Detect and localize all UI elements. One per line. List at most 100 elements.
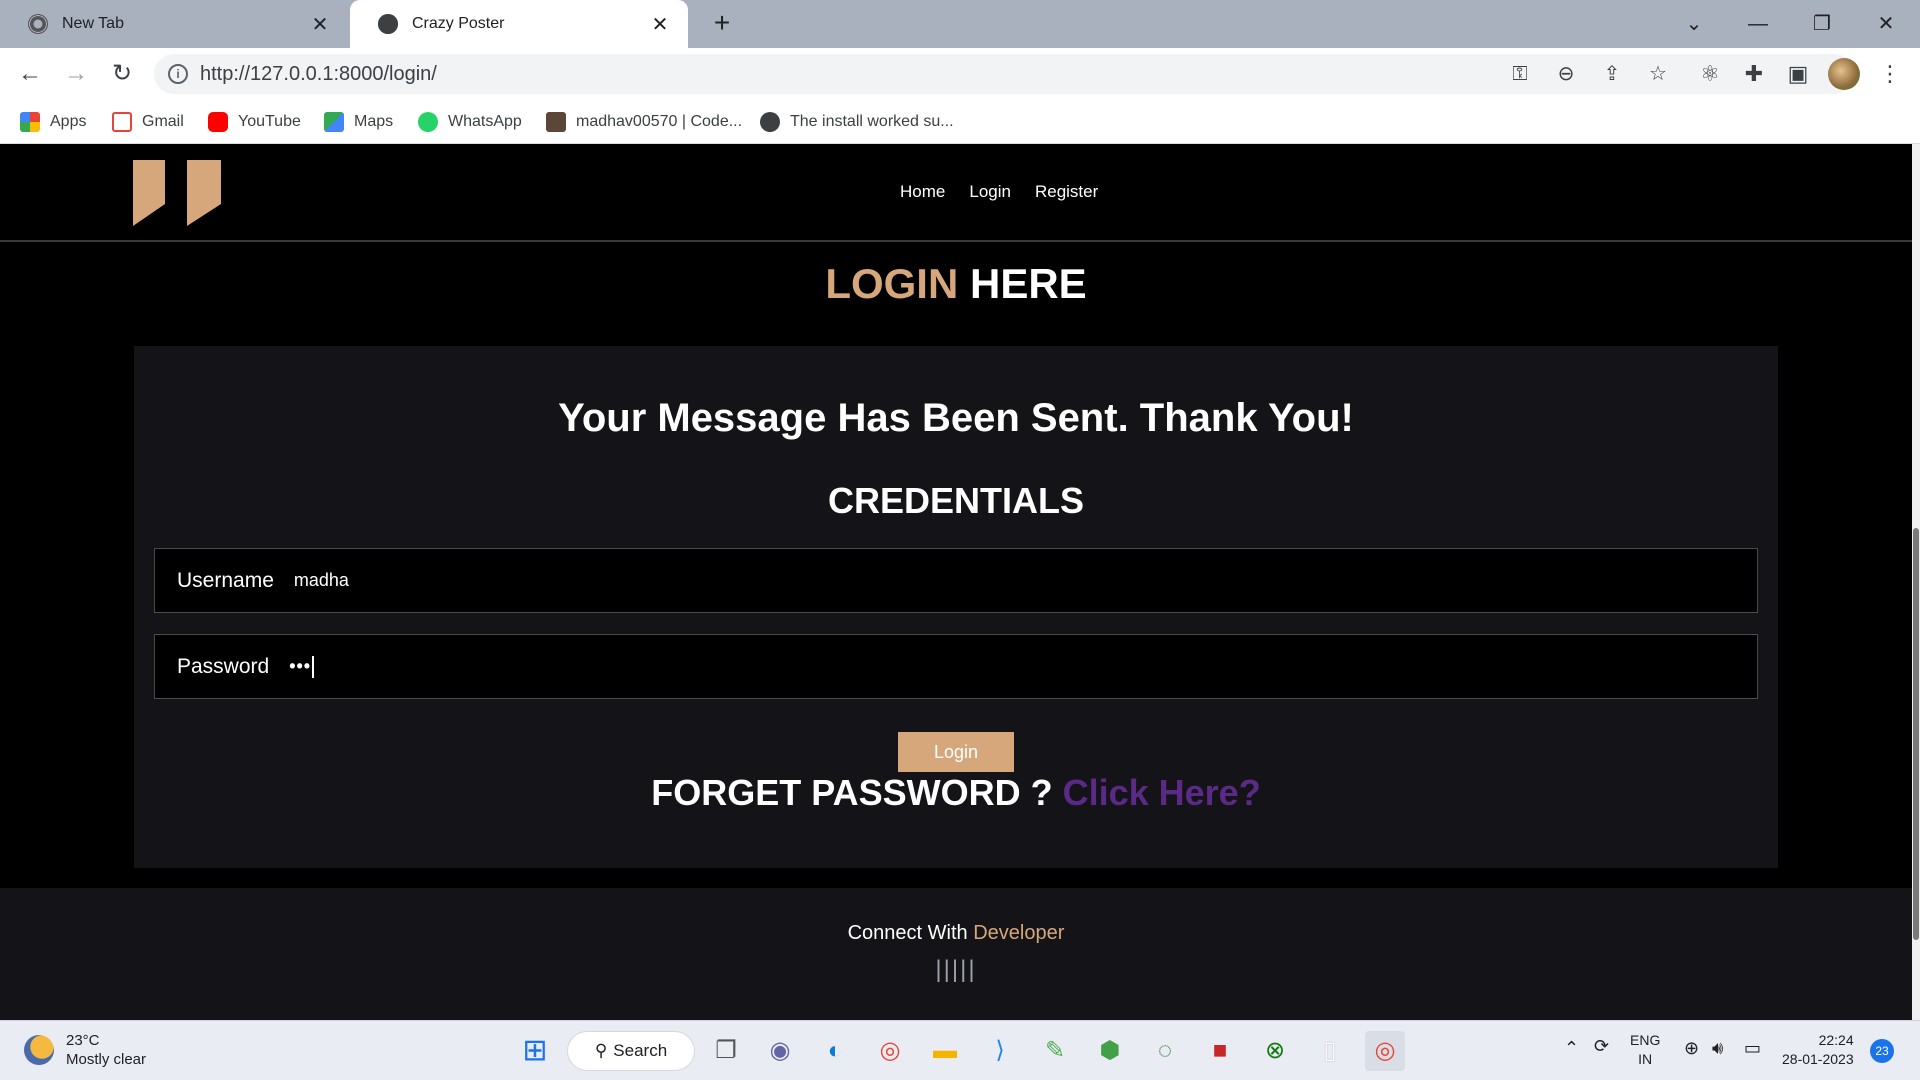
sync-icon[interactable]: ⟳ xyxy=(1594,1037,1609,1056)
password-field[interactable]: Password ••• xyxy=(154,634,1758,699)
extensions-puzzle-icon[interactable]: ✚ xyxy=(1738,58,1770,90)
back-icon[interactable]: ← xyxy=(14,58,46,90)
address-bar[interactable]: i http://127.0.0.1:8000/login/ ⚿ ⊖ ⇪ ☆ xyxy=(154,54,1854,94)
footer-connect-label: Connect With xyxy=(847,922,974,944)
search-label: Search xyxy=(613,1041,668,1060)
footer-developer-link[interactable]: Developer xyxy=(973,922,1064,944)
minimize-button[interactable]: — xyxy=(1740,6,1776,42)
bookmark-label: WhatsApp xyxy=(448,113,522,130)
page-scrollbar[interactable] xyxy=(1912,144,1920,1020)
password-label: Password xyxy=(177,654,270,678)
battery-icon[interactable]: ▭ xyxy=(1744,1039,1761,1058)
clock[interactable]: 22:24 28-01-2023 xyxy=(1782,1031,1854,1069)
footer-connect-text: Connect With Developer xyxy=(0,922,1912,945)
apps-grid-icon xyxy=(20,112,40,132)
tab-new-tab[interactable]: New Tab ✕ xyxy=(0,0,348,48)
nav-home-link[interactable]: Home xyxy=(900,182,945,202)
whatsapp-icon xyxy=(418,112,438,132)
username-label: Username xyxy=(177,568,274,592)
browser-toolbar: ← → ↻ i http://127.0.0.1:8000/login/ ⚿ ⊖… xyxy=(0,48,1920,100)
vscode-icon[interactable]: ⟩ xyxy=(980,1031,1020,1071)
browser-tab-strip: New Tab ✕ Crazy Poster ✕ + ⌄ — ❐ ✕ xyxy=(0,0,1920,48)
login-form: Your Message Has Been Sent. Thank You! C… xyxy=(134,346,1778,868)
weather-widget[interactable]: 23°C Mostly clear xyxy=(24,1031,146,1069)
profile-avatar[interactable] xyxy=(1828,58,1860,90)
gmail-icon xyxy=(112,112,132,132)
search-icon: ⚲ xyxy=(594,1041,608,1060)
game-app-icon[interactable]: ■ xyxy=(1200,1031,1240,1071)
teams-chat-icon[interactable]: ◉ xyxy=(760,1031,800,1071)
bookmark-label: Gmail xyxy=(142,113,184,130)
credentials-title: CREDENTIALS xyxy=(827,480,1084,521)
clock-time: 22:24 xyxy=(1818,1032,1854,1048)
edge-icon[interactable]: ◐ xyxy=(815,1031,855,1071)
share-icon[interactable]: ⇪ xyxy=(1600,62,1624,86)
restore-button[interactable]: ❐ xyxy=(1804,6,1840,42)
tab-crazy-poster[interactable]: Crazy Poster ✕ xyxy=(350,0,688,48)
forget-password-link[interactable]: Click Here? xyxy=(1063,772,1261,813)
network-icon[interactable]: ⊕ xyxy=(1684,1039,1699,1058)
forget-password-label: FORGET PASSWORD ? xyxy=(651,772,1063,813)
chrome-active-icon[interactable]: ◎ xyxy=(1365,1031,1405,1071)
weather-moon-icon xyxy=(24,1035,54,1065)
extension-react-icon[interactable]: ⚛ xyxy=(1694,58,1726,90)
web-page: Home Login Register LOGIN HERE Your Mess… xyxy=(0,144,1920,1020)
notepad-plus-icon[interactable]: ✎ xyxy=(1035,1031,1075,1071)
close-tab-icon[interactable]: ✕ xyxy=(648,12,672,37)
nav-login-link[interactable]: Login xyxy=(969,182,1011,202)
forward-icon[interactable]: → xyxy=(60,58,92,90)
notification-badge[interactable]: 23 xyxy=(1870,1039,1894,1063)
username-field[interactable]: Username madha xyxy=(154,548,1758,613)
nodejs-icon[interactable]: ⬢ xyxy=(1090,1031,1130,1071)
windows-start-icon[interactable]: ⊞ xyxy=(515,1031,555,1071)
bookmark-apps[interactable]: Apps xyxy=(20,110,86,134)
username-input[interactable]: madha xyxy=(294,570,349,591)
task-view-icon[interactable]: ❐ xyxy=(706,1031,746,1071)
text-caret xyxy=(312,655,315,678)
taskbar: 23°C Mostly clear ⊞ ⚲ Search ❐ ◉ ◐ ◎ ▬ ⟩… xyxy=(0,1020,1920,1080)
bookmark-label: YouTube xyxy=(238,113,301,130)
chrome-taskbar-icon[interactable]: ◎ xyxy=(870,1031,910,1071)
close-window-button[interactable]: ✕ xyxy=(1868,6,1904,42)
login-button[interactable]: Login xyxy=(898,732,1014,772)
nav-register-link[interactable]: Register xyxy=(1035,182,1098,202)
url-text[interactable]: http://127.0.0.1:8000/login/ xyxy=(200,63,437,86)
page-title-rest: HERE xyxy=(958,260,1087,307)
bookmark-gmail[interactable]: Gmail xyxy=(112,110,184,134)
bookmark-label: The install worked su... xyxy=(790,113,954,130)
scrollbar-thumb[interactable] xyxy=(1913,528,1919,940)
clock-date: 28-01-2023 xyxy=(1782,1051,1854,1067)
footer-social-links[interactable]: ||||| xyxy=(0,956,1912,984)
reload-icon[interactable]: ↻ xyxy=(106,58,138,90)
document-icon[interactable]: ▯ xyxy=(1310,1031,1350,1071)
bookmark-django-install[interactable]: The install worked su... xyxy=(760,110,954,134)
file-explorer-icon[interactable]: ▬ xyxy=(925,1031,965,1071)
zoom-icon[interactable]: ⊖ xyxy=(1554,62,1578,86)
refresh-app-icon[interactable]: ◌ xyxy=(1145,1031,1185,1071)
close-tab-icon[interactable]: ✕ xyxy=(308,12,332,37)
site-logo[interactable] xyxy=(133,160,223,226)
key-icon[interactable]: ⚿ xyxy=(1508,62,1532,86)
bookmark-youtube[interactable]: YouTube xyxy=(208,110,301,134)
menu-kebab-icon[interactable]: ⋮ xyxy=(1874,58,1906,90)
bookmarks-bar: Apps Gmail YouTube Maps WhatsApp madhav0… xyxy=(0,100,1920,144)
volume-icon[interactable]: 🔊︎ xyxy=(1712,1039,1723,1058)
xbox-icon[interactable]: ⊗ xyxy=(1255,1031,1295,1071)
bookmark-whatsapp[interactable]: WhatsApp xyxy=(418,110,522,134)
bookmark-codechef[interactable]: madhav00570 | Code... xyxy=(546,110,742,134)
site-footer: Connect With Developer ||||| xyxy=(0,888,1912,1020)
tray-overflow-icon[interactable]: ⌃ xyxy=(1564,1039,1579,1058)
bookmark-label: Apps xyxy=(50,113,87,130)
language-indicator[interactable]: ENG IN xyxy=(1630,1031,1660,1069)
side-panel-icon[interactable]: ▣ xyxy=(1782,58,1814,90)
bookmark-maps[interactable]: Maps xyxy=(324,110,393,134)
new-tab-button[interactable]: + xyxy=(706,8,738,40)
forget-password-text: FORGET PASSWORD ? Click Here? xyxy=(134,772,1778,814)
temperature: 23°C xyxy=(66,1032,100,1049)
site-info-icon[interactable]: i xyxy=(168,64,188,84)
tab-search-icon[interactable]: ⌄ xyxy=(1676,6,1712,42)
bookmark-star-icon[interactable]: ☆ xyxy=(1646,62,1670,86)
taskbar-search[interactable]: ⚲ Search xyxy=(567,1031,695,1071)
tab-title: Crazy Poster xyxy=(412,15,505,32)
password-input[interactable]: ••• xyxy=(289,656,311,677)
